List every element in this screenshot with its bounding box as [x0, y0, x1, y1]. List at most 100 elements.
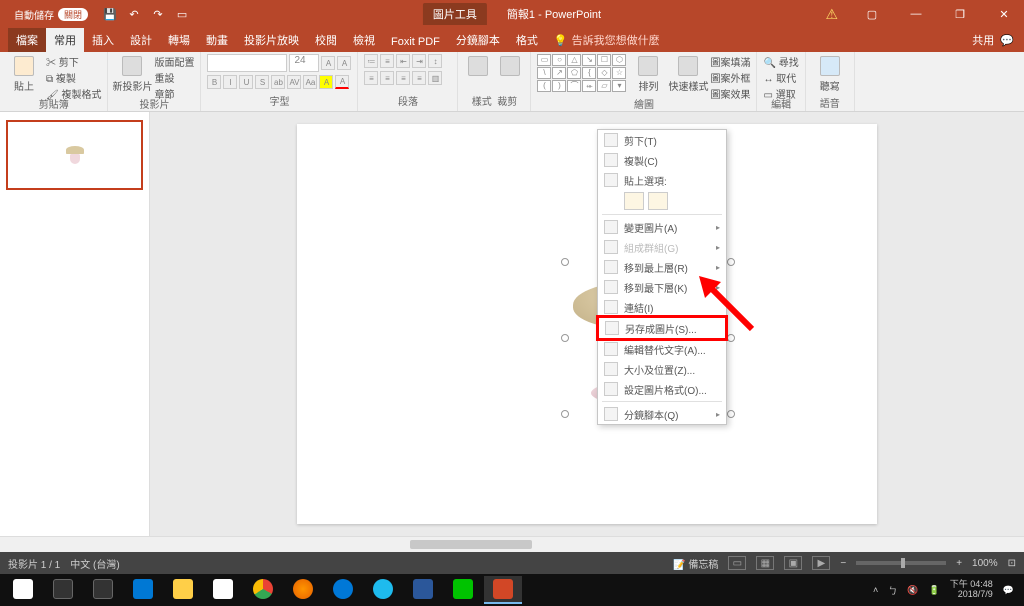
line-button[interactable] [444, 576, 482, 604]
tab-file[interactable]: 檔案 [8, 28, 46, 52]
tab-transitions[interactable]: 轉場 [160, 28, 198, 52]
minimize-icon[interactable]: — [896, 0, 936, 28]
edge-button[interactable] [324, 576, 362, 604]
tab-format[interactable]: 格式 [508, 28, 546, 52]
fit-to-window-icon[interactable]: ⊡ [1008, 558, 1016, 569]
reset-button[interactable]: 重設 [154, 70, 194, 85]
copy-button[interactable]: ⧉ 複製 [46, 70, 101, 85]
warning-icon[interactable]: ⚠ [825, 6, 838, 23]
tab-foxit[interactable]: Foxit PDF [383, 32, 448, 52]
zoom-out-icon[interactable]: − [840, 558, 846, 569]
horizontal-scrollbar[interactable] [0, 536, 1024, 552]
comments-icon[interactable]: 💬 [1000, 34, 1014, 47]
slide-editor[interactable]: 剪下(T) 複製(C) 貼上選項: 變更圖片(A)▸ 組成群組(G)▸ 移到最上… [150, 112, 1024, 536]
highlight-icon[interactable]: A [319, 75, 333, 89]
font-size-combo[interactable]: 24 [289, 54, 319, 72]
columns-icon[interactable]: ▥ [428, 71, 442, 85]
redo-icon[interactable]: ↷ [150, 6, 166, 22]
mail-button[interactable] [124, 576, 162, 604]
shadow-icon[interactable]: ab [271, 75, 285, 89]
task-view-button[interactable] [84, 576, 122, 604]
font-color-icon[interactable]: A [335, 75, 349, 89]
font-family-combo[interactable] [207, 54, 287, 72]
tell-me-search[interactable]: 💡 告訴我您想做什麼 [546, 28, 668, 52]
explorer-button[interactable] [164, 576, 202, 604]
ctx-send-back[interactable]: 移到最下層(K)▸ [598, 277, 726, 297]
ctx-copy[interactable]: 複製(C) [598, 150, 726, 170]
styles-button[interactable] [464, 54, 492, 80]
battery-icon[interactable]: 🔋 [929, 585, 940, 596]
indent-inc-icon[interactable]: ⇥ [412, 54, 426, 68]
shapes-gallery[interactable]: ▭○△↘☐⬡ \↗⬠{◇☆ ()⌒⬰▱▾ [537, 54, 626, 92]
bold-icon[interactable]: B [207, 75, 221, 89]
crop-button[interactable] [496, 54, 524, 80]
tab-review[interactable]: 校閱 [307, 28, 345, 52]
word-button[interactable] [404, 576, 442, 604]
ctx-bring-front[interactable]: 移到最上層(R)▸ [598, 257, 726, 277]
zoom-slider[interactable] [856, 561, 946, 565]
align-center-icon[interactable]: ≡ [380, 71, 394, 85]
powerpoint-button[interactable] [484, 576, 522, 604]
chrome-button[interactable] [244, 576, 282, 604]
ctx-cut[interactable]: 剪下(T) [598, 130, 726, 150]
ctx-link[interactable]: 連結(I) [598, 297, 726, 317]
normal-view-icon[interactable]: ▭ [728, 556, 746, 570]
tab-slideshow[interactable]: 投影片放映 [236, 28, 307, 52]
tab-home[interactable]: 常用 [46, 28, 84, 52]
align-left-icon[interactable]: ≡ [364, 71, 378, 85]
notifications-icon[interactable]: 💬 [1003, 585, 1014, 596]
numbering-icon[interactable]: ≡ [380, 54, 394, 68]
close-icon[interactable]: ✕ [984, 0, 1024, 28]
start-slideshow-icon[interactable]: ▭ [174, 6, 190, 22]
paste-option-1[interactable] [624, 192, 644, 210]
tab-view[interactable]: 檢視 [345, 28, 383, 52]
volume-icon[interactable]: 🔇 [907, 585, 918, 596]
scrollbar-thumb[interactable] [410, 540, 533, 549]
line-spacing-icon[interactable]: ↕ [428, 54, 442, 68]
underline-icon[interactable]: U [239, 75, 253, 89]
replace-button[interactable]: ↔ 取代 [763, 70, 798, 85]
cut-button[interactable]: ✂ 剪下 [46, 54, 101, 69]
ctx-change-picture[interactable]: 變更圖片(A)▸ [598, 217, 726, 237]
autosave-toggle[interactable]: 自動儲存 關閉 [8, 7, 94, 22]
new-slide-button[interactable]: 新投影片 [114, 54, 150, 95]
ctx-alt-text[interactable]: 編輯替代文字(A)... [598, 339, 726, 359]
slide-canvas[interactable]: 剪下(T) 複製(C) 貼上選項: 變更圖片(A)▸ 組成群組(G)▸ 移到最上… [297, 124, 877, 524]
align-right-icon[interactable]: ≡ [396, 71, 410, 85]
ctx-size-position[interactable]: 大小及位置(Z)... [598, 359, 726, 379]
tray-chevron-icon[interactable]: ˄ [873, 585, 878, 595]
ie-button[interactable] [364, 576, 402, 604]
bullets-icon[interactable]: ≔ [364, 54, 378, 68]
store-button[interactable] [204, 576, 242, 604]
strike-icon[interactable]: S [255, 75, 269, 89]
undo-icon[interactable]: ↶ [126, 6, 142, 22]
language-indicator[interactable]: 中文 (台灣) [70, 556, 119, 571]
ctx-format-picture[interactable]: 設定圖片格式(O)... [598, 379, 726, 399]
grow-font-icon[interactable]: A [321, 56, 335, 70]
slideshow-view-icon[interactable]: ▶ [812, 556, 830, 570]
layout-button[interactable]: 版面配置 [154, 54, 194, 69]
find-button[interactable]: 🔍 尋找 [763, 54, 798, 69]
indent-dec-icon[interactable]: ⇤ [396, 54, 410, 68]
reading-view-icon[interactable]: ▣ [784, 556, 802, 570]
zoom-level[interactable]: 100% [972, 558, 998, 569]
ribbon-options-icon[interactable]: ▢ [852, 0, 892, 28]
tab-design[interactable]: 設計 [122, 28, 160, 52]
paste-button[interactable]: 貼上 [6, 54, 42, 95]
ctx-save-as-picture[interactable]: 另存成圖片(S)... [599, 318, 725, 338]
tab-storyboard[interactable]: 分鏡腳本 [448, 28, 508, 52]
case-icon[interactable]: Aa [303, 75, 317, 89]
slide-thumbnail-panel[interactable]: 1 [0, 112, 150, 536]
ime-icon[interactable]: ㄅ [888, 584, 897, 597]
tab-insert[interactable]: 插入 [84, 28, 122, 52]
shape-fill-button[interactable]: 圖案填滿 [710, 54, 750, 69]
clock[interactable]: 下午 04:48 2018/7/9 [950, 580, 993, 600]
start-button[interactable] [4, 576, 42, 604]
justify-icon[interactable]: ≡ [412, 71, 426, 85]
shape-outline-button[interactable]: 圖案外框 [710, 70, 750, 85]
spacing-icon[interactable]: AV [287, 75, 301, 89]
maximize-icon[interactable]: ❐ [940, 0, 980, 28]
sorter-view-icon[interactable]: ▦ [756, 556, 774, 570]
quick-styles-button[interactable]: 快速樣式 [670, 54, 706, 95]
save-icon[interactable]: 💾 [102, 6, 118, 22]
